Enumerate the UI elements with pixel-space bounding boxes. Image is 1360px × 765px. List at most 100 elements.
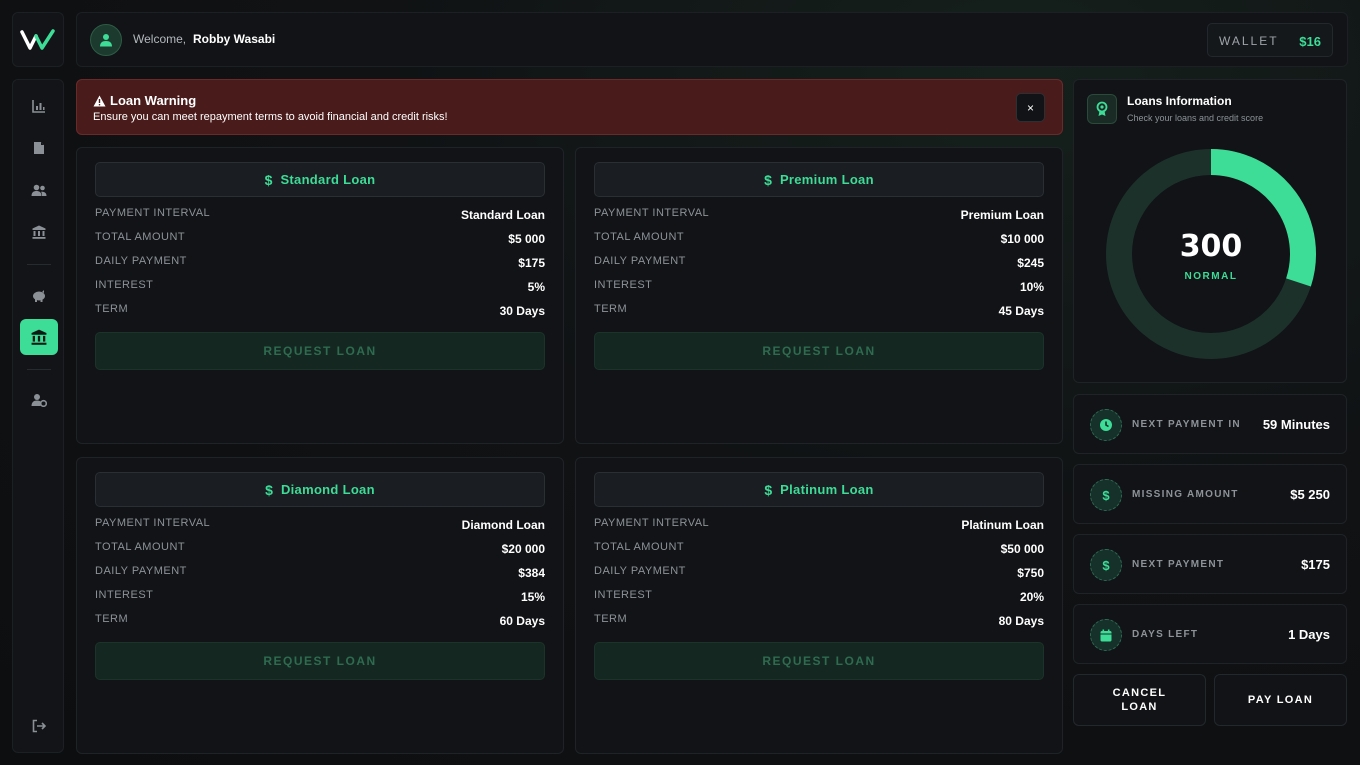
dollar-icon: $ bbox=[1090, 549, 1122, 581]
loan-card-diamond: $ Diamond Loan PAYMENT INTERVAL Diamond L… bbox=[76, 457, 564, 754]
dollar-icon: $ bbox=[264, 171, 273, 188]
row-value: 20% bbox=[1019, 590, 1044, 604]
row-total-amount: TOTAL AMOUNT $20 000 bbox=[95, 541, 545, 557]
document-icon bbox=[34, 142, 44, 154]
stat-value: 1 Days bbox=[1288, 627, 1330, 642]
row-payment-interval: PAYMENT INTERVAL Platinum Loan bbox=[594, 517, 1044, 533]
sidebar-divider bbox=[27, 369, 51, 370]
row-term: TERM 60 Days bbox=[95, 613, 545, 629]
dollar-icon: $ bbox=[265, 481, 273, 498]
clock-icon bbox=[1090, 409, 1122, 441]
row-value: $175 bbox=[518, 256, 545, 270]
info-subtitle: Check your loans and credit score bbox=[1127, 113, 1264, 123]
row-value: $750 bbox=[1017, 566, 1044, 580]
loan-title: Diamond Loan bbox=[280, 482, 375, 497]
request-loan-button[interactable]: REQUEST LOAN bbox=[594, 642, 1044, 680]
logout-button[interactable] bbox=[20, 708, 58, 744]
sidebar-item-documents[interactable] bbox=[20, 130, 58, 166]
row-label: TERM bbox=[95, 303, 129, 315]
stat-next-payment-in: NEXT PAYMENT IN 59 Minutes bbox=[1073, 394, 1347, 454]
username: Robby Wasabi bbox=[193, 32, 276, 46]
row-label: INTEREST bbox=[95, 589, 154, 601]
user-icon bbox=[100, 34, 112, 47]
row-label: TOTAL AMOUNT bbox=[95, 231, 186, 243]
row-daily-payment: DAILY PAYMENT $750 bbox=[594, 565, 1044, 581]
row-interest: INTEREST 5% bbox=[95, 279, 545, 295]
bank-icon bbox=[32, 225, 46, 239]
stat-days-left: DAYS LEFT 1 Days bbox=[1073, 604, 1347, 664]
sidebar-item-bank[interactable] bbox=[20, 214, 58, 250]
row-label: TOTAL AMOUNT bbox=[594, 231, 685, 243]
row-value: Premium Loan bbox=[960, 208, 1044, 222]
sidebar-item-users[interactable] bbox=[20, 172, 58, 208]
logo-icon bbox=[20, 28, 55, 50]
sidebar-item-savings[interactable] bbox=[20, 277, 58, 313]
avatar[interactable] bbox=[90, 24, 122, 56]
row-interest: INTEREST 10% bbox=[594, 279, 1044, 295]
dollar-icon: $ bbox=[764, 171, 772, 188]
stat-label: NEXT PAYMENT IN bbox=[1132, 419, 1241, 430]
row-value: $20 000 bbox=[501, 542, 545, 556]
row-value: Standard Loan bbox=[460, 208, 545, 222]
row-value: 15% bbox=[520, 590, 545, 604]
cancel-loan-button[interactable]: CANCEL LOAN bbox=[1073, 674, 1206, 726]
close-warning-button[interactable]: × bbox=[1016, 93, 1045, 122]
stat-value: 59 Minutes bbox=[1262, 417, 1330, 432]
award-icon bbox=[1087, 94, 1117, 124]
calendar-icon bbox=[1090, 619, 1122, 651]
piggy-bank-icon bbox=[33, 289, 45, 302]
row-label: TERM bbox=[594, 613, 628, 625]
logout-icon bbox=[32, 719, 46, 733]
request-loan-button[interactable]: REQUEST LOAN bbox=[594, 332, 1044, 370]
chart-icon bbox=[32, 100, 45, 113]
sidebar bbox=[12, 79, 64, 753]
request-loan-button[interactable]: REQUEST LOAN bbox=[95, 642, 545, 680]
credit-score-gauge: 300 NORMAL bbox=[1106, 149, 1316, 359]
loan-title: Platinum Loan bbox=[780, 482, 874, 497]
loan-warning-banner: Loan Warning Ensure you can meet repayme… bbox=[76, 79, 1063, 135]
loan-card-premium: $ Premium Loan PAYMENT INTERVAL Premium L… bbox=[575, 147, 1063, 444]
row-value: $384 bbox=[518, 566, 545, 580]
row-value: $50 000 bbox=[1000, 542, 1044, 556]
sidebar-item-account[interactable] bbox=[20, 382, 58, 418]
stat-next-payment: $ NEXT PAYMENT $175 bbox=[1073, 534, 1347, 594]
row-label: INTEREST bbox=[594, 279, 653, 291]
sidebar-divider bbox=[27, 264, 51, 265]
loan-title: Premium Loan bbox=[779, 172, 874, 187]
row-label: PAYMENT INTERVAL bbox=[594, 207, 710, 219]
row-value: Platinum Loan bbox=[961, 518, 1044, 532]
dollar-icon: $ bbox=[1090, 479, 1122, 511]
stat-value: $5 250 bbox=[1290, 487, 1330, 502]
row-value: $245 bbox=[1017, 256, 1044, 270]
row-label: DAILY PAYMENT bbox=[594, 565, 686, 577]
loan-card-header: $ Diamond Loan bbox=[95, 472, 545, 507]
row-value: 30 Days bbox=[499, 304, 545, 318]
sidebar-item-loans[interactable] bbox=[20, 319, 58, 355]
row-daily-payment: DAILY PAYMENT $245 bbox=[594, 255, 1044, 271]
row-payment-interval: PAYMENT INTERVAL Standard Loan bbox=[95, 207, 545, 223]
wallet-balance: $16 bbox=[1299, 34, 1321, 49]
wallet-label: WALLET bbox=[1219, 34, 1279, 48]
dollar-icon: $ bbox=[764, 481, 773, 498]
row-value: 45 Days bbox=[998, 304, 1044, 318]
warning-icon bbox=[93, 95, 106, 106]
request-loan-button[interactable]: REQUEST LOAN bbox=[95, 332, 545, 370]
stat-label: NEXT PAYMENT bbox=[1132, 559, 1225, 570]
info-title: Loans Information bbox=[1127, 94, 1232, 108]
warning-message: Ensure you can meet repayment terms to a… bbox=[93, 111, 448, 123]
row-label: PAYMENT INTERVAL bbox=[594, 517, 710, 529]
row-daily-payment: DAILY PAYMENT $175 bbox=[95, 255, 545, 271]
row-value: $10 000 bbox=[1000, 232, 1044, 246]
row-total-amount: TOTAL AMOUNT $5 000 bbox=[95, 231, 545, 247]
bank-icon bbox=[31, 329, 47, 345]
sidebar-item-dashboard[interactable] bbox=[20, 88, 58, 124]
row-label: TOTAL AMOUNT bbox=[95, 541, 186, 553]
row-value: $5 000 bbox=[508, 232, 545, 246]
row-daily-payment: DAILY PAYMENT $384 bbox=[95, 565, 545, 581]
row-value: 60 Days bbox=[499, 614, 545, 628]
row-term: TERM 80 Days bbox=[594, 613, 1044, 629]
pay-loan-button[interactable]: PAY LOAN bbox=[1214, 674, 1347, 726]
warning-title: Loan Warning bbox=[93, 93, 196, 108]
row-value: 5% bbox=[527, 280, 545, 294]
row-label: DAILY PAYMENT bbox=[95, 565, 187, 577]
